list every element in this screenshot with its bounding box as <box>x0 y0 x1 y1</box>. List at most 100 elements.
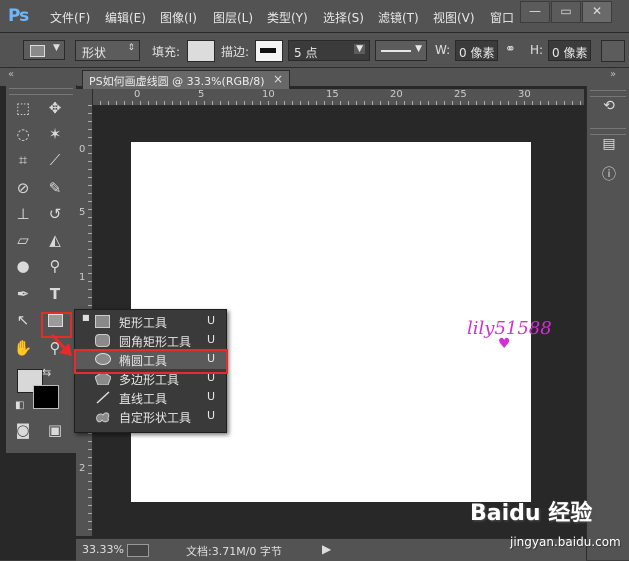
flyout-item-shortcut: U <box>207 390 216 403</box>
flyout-item-rectangle[interactable]: ■ 矩形工具 U <box>75 312 226 331</box>
horizontal-ruler: 0 5 10 15 20 25 30 <box>92 89 584 106</box>
stroke-style-select[interactable]: ▼ <box>375 40 427 61</box>
clone-stamp-tool-icon[interactable]: ⊥ <box>10 203 36 225</box>
menu-file[interactable]: 文件(F) <box>50 9 90 26</box>
eyedropper-tool-icon[interactable]: ⟋ <box>42 149 68 171</box>
rectangle-icon <box>30 45 45 57</box>
share-icon[interactable] <box>127 544 149 557</box>
eraser-tool-icon[interactable]: ▱ <box>10 229 36 251</box>
background-color-swatch[interactable] <box>33 385 59 409</box>
ruler-origin[interactable] <box>76 89 92 105</box>
move-tool-icon[interactable]: ✥ <box>42 97 68 119</box>
collapse-icon[interactable]: « <box>8 69 14 80</box>
ruler-tick: 0 <box>134 89 141 100</box>
status-menu-arrow-icon[interactable]: ▶ <box>322 542 331 556</box>
minimize-button[interactable]: — <box>520 1 550 23</box>
menu-filter[interactable]: 滤镜(T) <box>378 9 419 26</box>
pen-tool-icon[interactable]: ✒ <box>10 283 36 305</box>
stroke-width-field[interactable]: 5 点 ▼ <box>288 40 370 61</box>
menu-view[interactable]: 视图(V) <box>433 9 475 26</box>
path-selection-tool-icon[interactable]: ↖ <box>10 309 36 331</box>
flyout-item-shortcut: U <box>207 409 216 422</box>
close-tab-icon[interactable]: × <box>273 72 283 86</box>
flyout-item-shortcut: U <box>207 314 216 327</box>
menu-image[interactable]: 图像(I) <box>160 9 197 26</box>
brush-tool-icon[interactable]: ✎ <box>42 177 68 199</box>
chevron-down-icon[interactable]: ▼ <box>354 44 365 54</box>
panel-grip[interactable] <box>9 88 73 95</box>
rectangle-icon <box>95 315 110 328</box>
healing-brush-tool-icon[interactable]: ⊘ <box>10 177 36 199</box>
type-tool-icon[interactable]: T <box>42 283 68 305</box>
ruler-tick: 30 <box>518 89 531 100</box>
paint-bucket-tool-icon[interactable]: ◭ <box>42 229 68 251</box>
properties-panel-icon[interactable]: ▤ <box>596 136 622 158</box>
width-field[interactable]: 0 像素 <box>455 40 498 61</box>
tool-preset-picker[interactable]: ▼ <box>23 40 65 60</box>
menu-type[interactable]: 类型(Y) <box>267 9 308 26</box>
height-value: 0 像素 <box>552 46 588 60</box>
options-bar: ▼ 形状 ⇕ 填充: 描边: 5 点 ▼ ▼ W: 0 像素 ⚭ H: 0 像素 <box>0 33 629 68</box>
lasso-tool-icon[interactable]: ◌ <box>10 123 36 145</box>
photoshop-logo: Ps <box>8 6 29 26</box>
mode-value: 形状 <box>82 46 107 60</box>
flyout-item-custom-shape[interactable]: 自定形状工具 U <box>75 407 226 426</box>
ruler-tick: 5 <box>198 89 205 100</box>
mode-select[interactable]: 形状 ⇕ <box>75 40 140 61</box>
restore-button[interactable]: ▭ <box>551 1 581 23</box>
panel-grip[interactable] <box>590 90 626 97</box>
document-tab-label: PS如何画虚线圆 @ 33.3%(RGB/8) <box>89 75 265 88</box>
swap-colors-icon[interactable]: ⇆ <box>42 366 51 379</box>
current-tool-bullet-icon: ■ <box>82 313 90 322</box>
screen-mode-icon[interactable]: ▣ <box>42 419 68 441</box>
history-panel-icon[interactable]: ⟲ <box>596 98 622 120</box>
stroke-swatch[interactable] <box>255 40 283 62</box>
height-field[interactable]: 0 像素 <box>548 40 591 61</box>
close-window-button[interactable]: ✕ <box>582 1 612 23</box>
stroke-sample <box>260 48 276 53</box>
menu-layer[interactable]: 图层(L) <box>213 9 253 26</box>
flyout-item-rounded-rectangle[interactable]: 圆角矩形工具 U <box>75 331 226 350</box>
menu-window[interactable]: 窗口 <box>490 9 514 26</box>
baidu-jingyan-logo: Baidu 经验 <box>470 501 593 526</box>
width-value: 0 像素 <box>459 46 495 60</box>
info-panel-icon[interactable]: ⓘ <box>596 164 622 186</box>
crop-tool-icon[interactable]: ⌗ <box>10 149 36 171</box>
hand-tool-icon[interactable]: ✋ <box>10 337 36 359</box>
heart-icon: ♥ <box>498 336 511 352</box>
baidu-jingyan-url: jingyan.baidu.com <box>510 535 621 549</box>
custom-shape-icon <box>96 412 110 423</box>
ruler-tick: 1 <box>79 272 86 283</box>
dodge-tool-icon[interactable]: ⚲ <box>42 255 68 277</box>
document-tab[interactable]: PS如何画虚线圆 @ 33.3%(RGB/8) × <box>82 70 290 89</box>
menu-bar: Ps 文件(F) 编辑(E) 图像(I) 图层(L) 类型(Y) 选择(S) 滤… <box>0 0 629 33</box>
expand-icon[interactable]: » <box>610 69 616 80</box>
link-icon[interactable]: ⚭ <box>505 42 516 57</box>
flyout-item-label: 自定形状工具 <box>119 411 192 425</box>
ellipse-highlight-frame <box>74 349 228 374</box>
fill-swatch[interactable] <box>187 40 215 62</box>
rounded-rectangle-icon <box>95 334 110 347</box>
blur-tool-icon[interactable]: ● <box>10 255 36 277</box>
path-operations-button[interactable] <box>601 40 625 62</box>
zoom-level[interactable]: 33.33% <box>82 543 124 556</box>
ruler-tick: 0 <box>79 144 86 155</box>
default-colors-icon[interactable]: ◧ <box>15 400 24 411</box>
panel-grip[interactable] <box>590 128 626 135</box>
ruler-tick: 2 <box>79 463 86 474</box>
menu-edit[interactable]: 编辑(E) <box>105 9 146 26</box>
line-icon <box>96 391 110 404</box>
stepper-icon: ⇕ <box>127 43 135 53</box>
marquee-tool-icon[interactable]: ⬚ <box>10 97 36 119</box>
ruler-tick: 20 <box>390 89 403 100</box>
quick-mask-icon[interactable]: ◙ <box>10 419 36 441</box>
magic-wand-tool-icon[interactable]: ✶ <box>42 123 68 145</box>
fill-label: 填充: <box>152 45 181 59</box>
flyout-item-label: 直线工具 <box>119 392 168 406</box>
menu-select[interactable]: 选择(S) <box>323 9 364 26</box>
flyout-item-line[interactable]: 直线工具 U <box>75 388 226 407</box>
ruler-tick: 15 <box>326 89 339 100</box>
tools-panel: ⬚ ✥ ◌ ✶ ⌗ ⟋ ⊘ ✎ ⊥ ↺ ▱ ◭ ● ⚲ ✒ T ↖ ✋ ⚲ ⇆ … <box>6 85 77 453</box>
chevron-down-icon: ▼ <box>415 44 422 54</box>
history-brush-tool-icon[interactable]: ↺ <box>42 203 68 225</box>
